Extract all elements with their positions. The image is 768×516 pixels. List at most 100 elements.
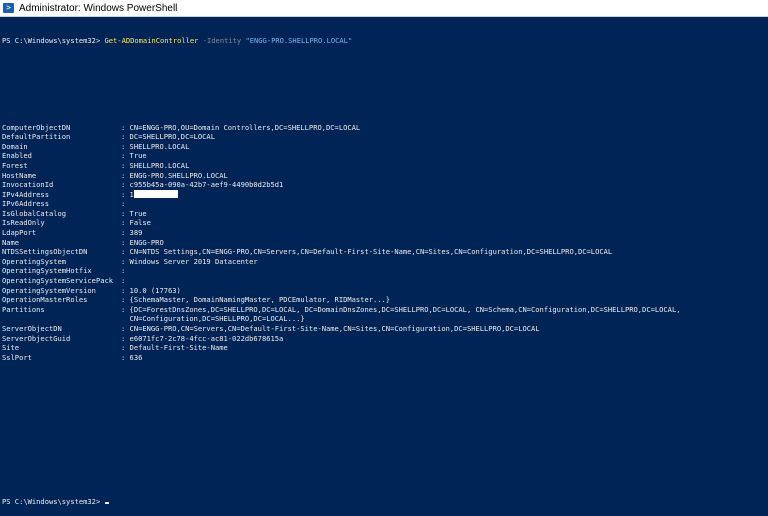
property-value: SHELLPRO.LOCAL	[129, 141, 190, 151]
property-separator: :	[121, 122, 130, 132]
property-row: NTDSSettingsObjectDN: CN=NTDS Settings,C…	[2, 247, 766, 257]
property-value: CN=NTDS Settings,CN=ENGG-PRO,CN=Servers,…	[129, 247, 613, 257]
property-separator: :	[121, 324, 130, 333]
property-value: Default-First-Site-Name	[129, 343, 228, 353]
property-key: IPv6Address	[2, 199, 49, 209]
final-prompt-line: PS C:\Windows\system32>	[2, 497, 766, 507]
property-separator: :	[121, 276, 126, 286]
property-row: Partitions: {DC=ForestDnsZones,DC=SHELLP…	[2, 305, 766, 315]
property-separator: :	[121, 343, 130, 353]
property-key: ComputerObjectDN	[2, 122, 71, 132]
property-key: Partitions	[2, 304, 45, 314]
property-row: OperatingSystemHotfix:	[2, 266, 766, 276]
property-row: ServerObjectGuid: e6071fc7-2c78-4fcc-ac8…	[2, 334, 766, 344]
property-row: IsGlobalCatalog: True	[2, 209, 766, 219]
property-value: c955b45a-090a-42b7-aef9-4490b0d2b5d1	[129, 180, 284, 190]
property-key: InvocationId	[2, 180, 54, 190]
property-separator: :	[121, 256, 130, 266]
property-separator: :	[121, 295, 130, 305]
property-separator: :	[121, 180, 130, 190]
prompt: PS C:\Windows\system32>	[2, 496, 105, 506]
property-row: OperatingSystemServicePack:	[2, 276, 766, 286]
property-row: HostName: ENGG-PRO.SHELLPRO.LOCAL	[2, 171, 766, 181]
property-value: ENGG-PRO.SHELLPRO.LOCAL	[129, 170, 228, 180]
property-value: False	[129, 218, 151, 228]
prompt: PS C:\Windows\system32>	[2, 36, 105, 46]
property-key: Enabled	[2, 151, 32, 161]
property-key: LdapPort	[2, 228, 37, 238]
property-separator: :	[121, 141, 130, 151]
property-list: ComputerObjectDN: CN=ENGG-PRO,OU=Domain …	[2, 123, 766, 363]
property-key: IsReadOnly	[2, 218, 45, 228]
property-row: IPv6Address:	[2, 199, 766, 209]
property-value: 636	[129, 352, 143, 362]
argument: "ENGG-PRO.SHELLPRO.LOCAL"	[245, 36, 353, 46]
property-key: HostName	[2, 170, 37, 180]
property-row: IPv4Address: 1	[2, 189, 766, 200]
property-separator: :	[121, 285, 130, 295]
command-line: PS C:\Windows\system32> Get-ADDomainCont…	[2, 36, 766, 46]
property-row: InvocationId: c955b45a-090a-42b7-aef9-44…	[2, 180, 766, 190]
property-row: SslPort: 636	[2, 353, 766, 363]
property-key: SslPort	[2, 352, 32, 362]
property-row: DefaultPartition: DC=SHELLPRO,DC=LOCAL	[2, 132, 766, 142]
property-key: NTDSSettingsObjectDN	[2, 247, 88, 257]
property-key: DefaultPartition	[2, 132, 71, 142]
cmdlet: Get-ADDomainController	[104, 36, 199, 46]
property-value: e6071fc7-2c78-4fcc-ac81-022db678615a	[129, 333, 284, 343]
property-key: Site	[2, 343, 20, 353]
property-value: True	[129, 208, 147, 218]
property-separator: :	[121, 199, 126, 209]
property-key: ServerObjectGuid	[2, 333, 71, 343]
property-separator: :	[121, 151, 130, 161]
property-separator: :	[121, 266, 126, 276]
property-row: LdapPort: 389	[2, 228, 766, 238]
property-row: Site: Default-First-Site-Name	[2, 343, 766, 353]
property-value: SHELLPRO.LOCAL	[129, 160, 190, 170]
property-key: IPv4Address	[2, 189, 49, 199]
powershell-icon: >	[3, 3, 14, 13]
property-row: Enabled: True	[2, 151, 766, 161]
property-separator: :	[121, 247, 130, 257]
property-separator: :	[121, 304, 130, 314]
property-key: Domain	[2, 141, 28, 151]
property-row: CN=Configuration,DC=SHELLPRO,DC=LOCAL...…	[2, 314, 766, 324]
property-separator: :	[121, 160, 130, 170]
property-value: Windows Server 2019 Datacenter	[129, 256, 258, 266]
property-key: Forest	[2, 160, 28, 170]
property-key: OperatingSystemHotfix	[2, 266, 92, 276]
property-separator: :	[121, 218, 130, 228]
console-output[interactable]: PS C:\Windows\system32> Get-ADDomainCont…	[2, 17, 766, 506]
property-value: {DC=ForestDnsZones,DC=SHELLPRO,DC=LOCAL,…	[129, 304, 681, 314]
property-row: Forest: SHELLPRO.LOCAL	[2, 161, 766, 171]
property-value: DC=SHELLPRO,DC=LOCAL	[129, 132, 215, 142]
property-key: ServerObjectDN	[2, 324, 62, 333]
property-key: OperatingSystemServicePack	[2, 276, 114, 286]
property-separator: :	[121, 170, 130, 180]
property-row: Domain: SHELLPRO.LOCAL	[2, 142, 766, 152]
property-separator: :	[121, 333, 130, 343]
property-value: ENGG-PRO	[129, 237, 164, 247]
property-row: ServerObjectDN: CN=ENGG-PRO,CN=Servers,C…	[2, 324, 766, 334]
property-row: IsReadOnly: False	[2, 218, 766, 228]
property-value: CN=ENGG-PRO,OU=Domain Controllers,DC=SHE…	[129, 122, 361, 132]
property-key: IsGlobalCatalog	[2, 208, 67, 218]
property-separator: :	[121, 352, 130, 362]
property-separator: :	[121, 237, 130, 247]
property-separator: :	[121, 228, 130, 238]
property-value: 10.0 (17763)	[129, 285, 181, 295]
property-value: True	[129, 151, 147, 161]
window-title: Administrator: Windows PowerShell	[19, 2, 178, 14]
property-value: {SchemaMaster, DomainNamingMaster, PDCEm…	[129, 295, 391, 305]
property-separator: :	[121, 208, 130, 218]
property-value: 389	[129, 228, 143, 238]
property-row: ComputerObjectDN: CN=ENGG-PRO,OU=Domain …	[2, 123, 766, 133]
property-value: CN=ENGG-PRO,CN=Servers,CN=Default-First-…	[129, 324, 540, 333]
property-row: OperationMasterRoles: {SchemaMaster, Dom…	[2, 295, 766, 305]
redaction-box	[133, 189, 178, 198]
property-row: OperatingSystem: Windows Server 2019 Dat…	[2, 257, 766, 267]
property-key: OperatingSystemVersion	[2, 285, 96, 295]
property-value: CN=Configuration,DC=SHELLPRO,DC=LOCAL...…	[129, 314, 305, 324]
property-key: Name	[2, 237, 20, 247]
property-row: Name: ENGG-PRO	[2, 238, 766, 248]
